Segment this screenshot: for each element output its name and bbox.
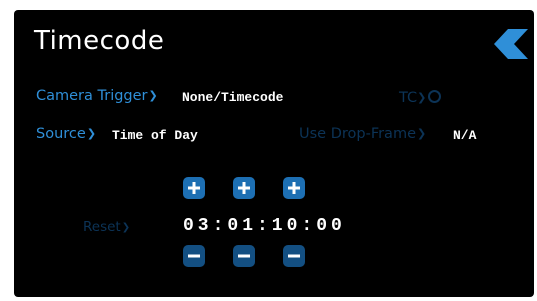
seconds-decrement-button[interactable] [283,245,305,267]
hours-decrement-button[interactable] [183,245,205,267]
page-title: Timecode [34,26,165,56]
timecode-panel: Timecode Camera Trigger❯ None/Timecode T… [14,10,534,297]
seconds-increment-button[interactable] [283,177,305,199]
minus-icon [188,254,200,258]
camera-trigger-label: Camera Trigger [36,88,148,104]
reset-label: Reset [83,219,121,235]
chevron-right-icon: ❯ [148,89,158,102]
drop-frame-label: Use Drop-Frame [299,126,416,142]
source-value: Time of Day [112,128,198,143]
plus-icon [188,182,200,194]
camera-trigger-label-group[interactable]: Camera Trigger❯ [36,88,158,104]
source-label-group[interactable]: Source❯ [36,126,96,142]
chevron-right-icon: ❯ [121,222,131,233]
chevron-left-icon [494,29,528,59]
screen: Timecode Camera Trigger❯ None/Timecode T… [0,0,537,301]
tc-indicator-label: TC [399,90,418,106]
chevron-right-icon: ❯ [86,127,97,140]
minutes-increment-button[interactable] [233,177,255,199]
source-label: Source [36,126,86,142]
minus-icon [238,254,250,258]
drop-frame-value: N/A [453,128,477,143]
reset-button[interactable]: Reset❯ [83,219,130,235]
camera-trigger-value: None/Timecode [182,90,284,105]
plus-icon [288,182,300,194]
ring-icon [428,90,442,103]
chevron-right-icon: ❯ [417,91,427,104]
plus-icon [238,182,250,194]
timecode-display: 03:01:10:00 [183,216,346,236]
tc-indicator: TC❯ [399,90,442,106]
hours-increment-button[interactable] [183,177,205,199]
minus-icon [288,254,300,258]
minutes-decrement-button[interactable] [233,245,255,267]
chevron-right-icon: ❯ [417,127,427,140]
drop-frame-label-group[interactable]: Use Drop-Frame❯ [299,126,426,142]
back-button[interactable] [494,29,528,59]
